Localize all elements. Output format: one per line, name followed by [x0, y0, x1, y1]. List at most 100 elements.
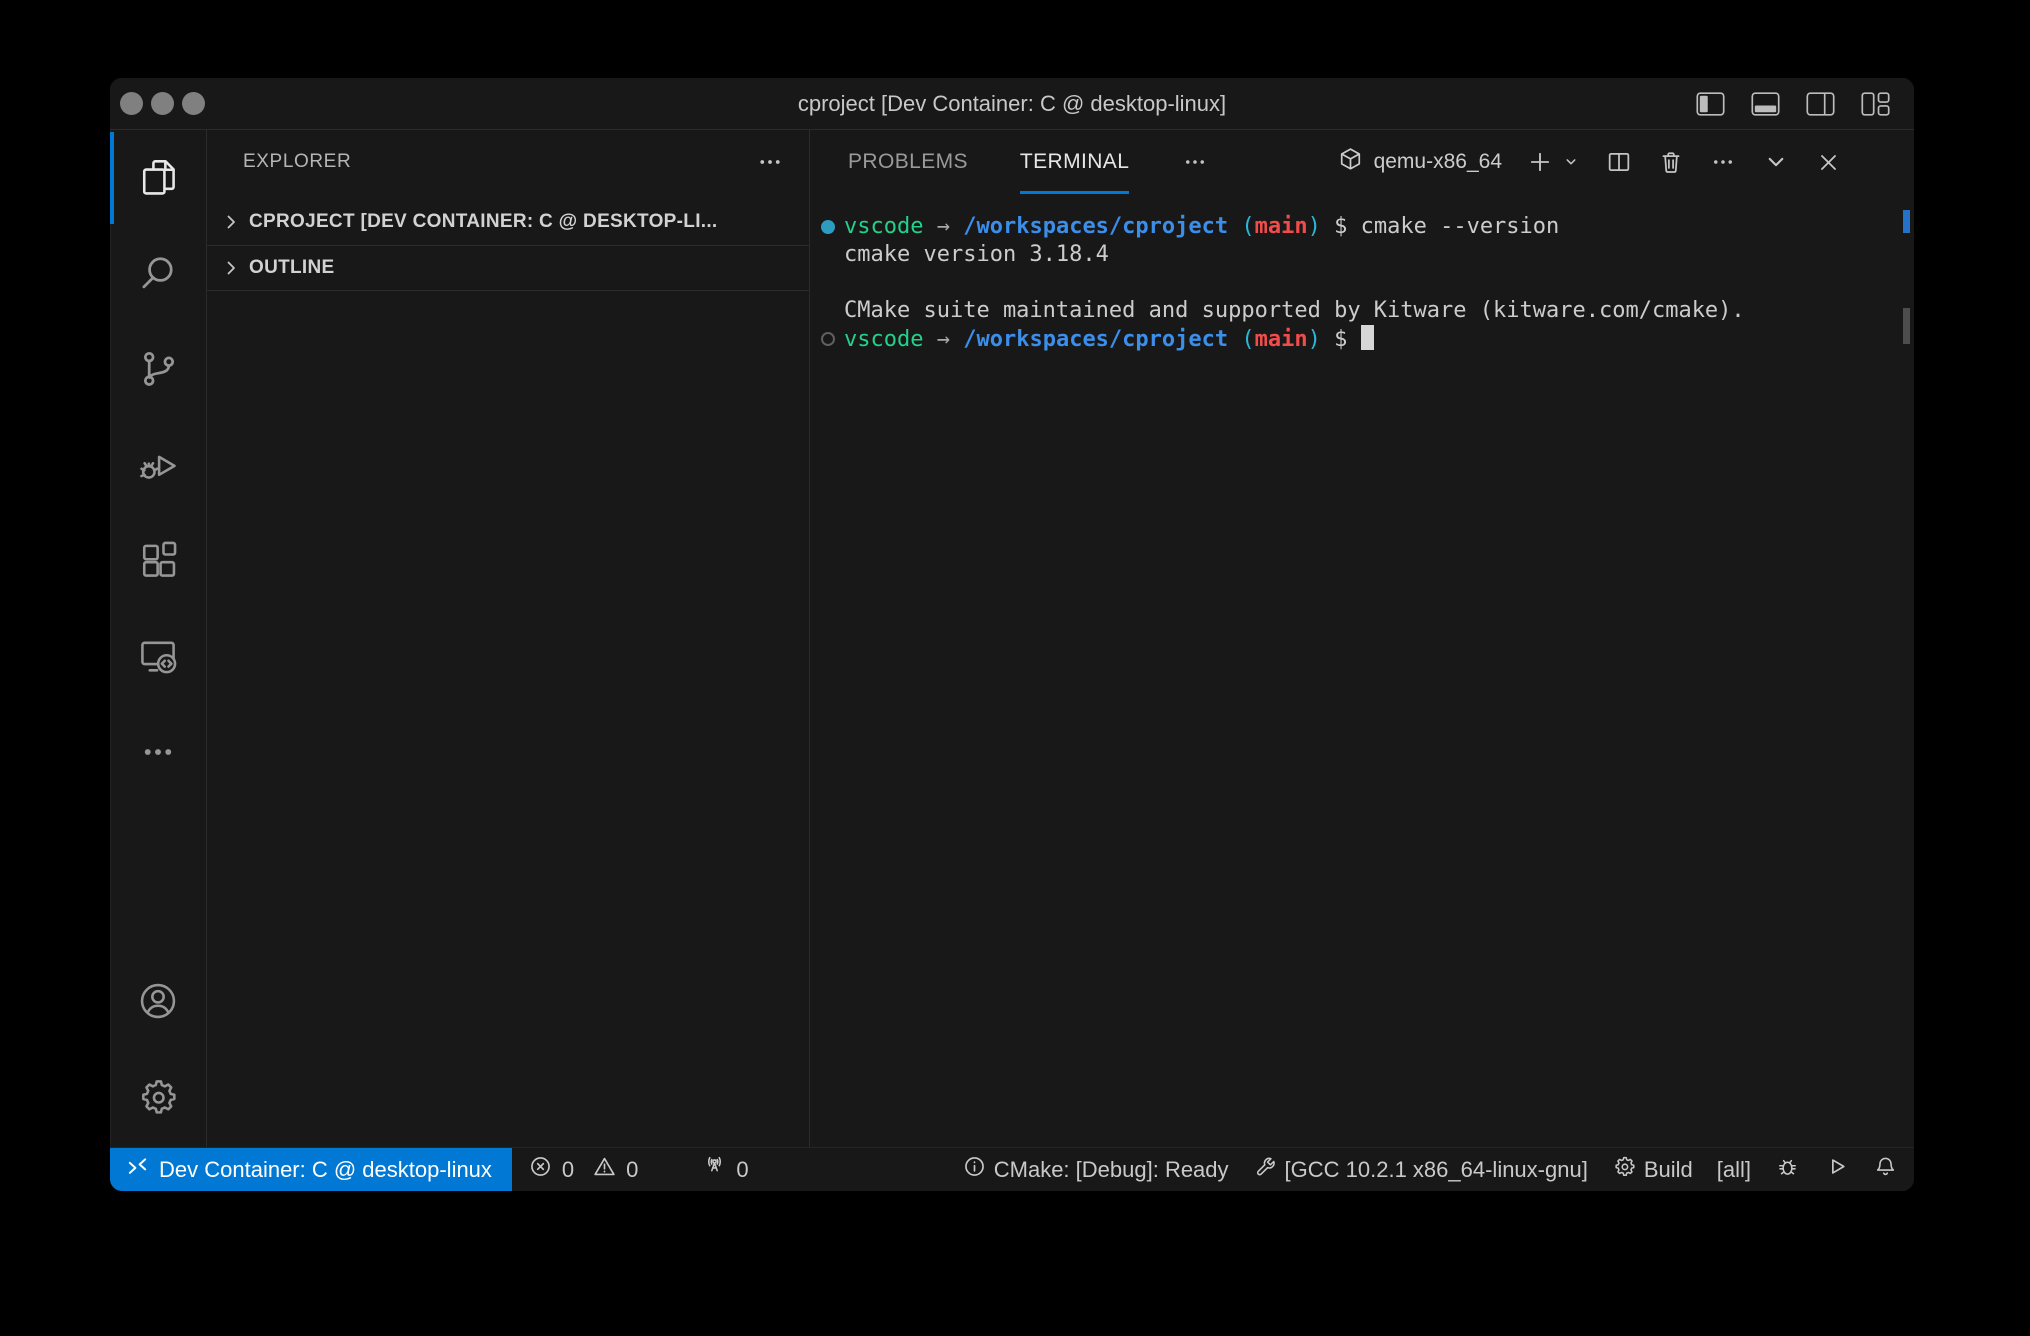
bottom-panel: PROBLEMS TERMINAL	[810, 130, 1914, 1147]
layout-controls	[1696, 92, 1914, 116]
terminal-instance[interactable]: qemu-x86_64	[1337, 146, 1502, 179]
terminal-text: /workspaces/cproject	[963, 214, 1228, 239]
radio-tower-icon	[702, 1154, 727, 1185]
activity-bar-more[interactable]	[110, 706, 206, 802]
remote-indicator[interactable]: Dev Container: C @ desktop-linux	[110, 1148, 512, 1191]
sidebar-item-run-debug[interactable]	[110, 418, 206, 514]
terminal-text: main	[1255, 214, 1308, 239]
activity-bar-spacer	[110, 802, 206, 955]
explorer-more-actions-icon[interactable]	[755, 147, 785, 177]
cmake-kit-label: [GCC 10.2.1 x86_64-linux-gnu]	[1285, 1157, 1588, 1183]
panel-tabs-more-icon[interactable]	[1181, 130, 1209, 194]
window-title: cproject [Dev Container: C @ desktop-lin…	[110, 91, 1914, 117]
cmake-status-label: CMake: [Debug]: Ready	[994, 1157, 1229, 1183]
split-terminal-icon[interactable]	[1605, 148, 1633, 176]
cmake-debug-button[interactable]	[1763, 1148, 1812, 1191]
info-icon	[962, 1154, 987, 1185]
panel-header: PROBLEMS TERMINAL	[810, 130, 1914, 194]
terminal-text: $	[1321, 327, 1361, 352]
sidebar-item-source-control[interactable]	[110, 322, 206, 418]
sidebar-item-accounts[interactable]	[110, 955, 206, 1051]
account-icon	[136, 979, 180, 1028]
remote-icon	[126, 1155, 149, 1184]
hide-panel-chevron-icon[interactable]	[1761, 147, 1791, 177]
terminal-text: cmake version 3.18.4	[844, 242, 1109, 267]
warning-icon	[592, 1154, 617, 1185]
gear-icon	[1612, 1154, 1637, 1185]
terminal-text: vscode	[844, 214, 923, 239]
terminal-view[interactable]: vscode → /workspaces/cproject (main) $ c…	[810, 194, 1914, 1147]
bug-icon	[1775, 1154, 1800, 1185]
chevron-right-icon	[219, 210, 243, 234]
customize-layout-icon[interactable]	[1861, 92, 1890, 116]
cmake-kit[interactable]: [GCC 10.2.1 x86_64-linux-gnu]	[1241, 1148, 1600, 1191]
kill-terminal-icon[interactable]	[1657, 148, 1685, 176]
traffic-lights	[110, 92, 205, 115]
cmake-build-button[interactable]: Build	[1600, 1148, 1705, 1191]
terminal-line: cmake version 3.18.4	[844, 241, 1914, 269]
terminal-text	[923, 214, 936, 239]
section-label: CPROJECT [DEV CONTAINER: C @ DESKTOP-LI.…	[249, 211, 718, 233]
terminal-text	[950, 327, 963, 352]
sidebar-item-explorer[interactable]	[110, 130, 206, 226]
toggle-secondary-sidebar-icon[interactable]	[1806, 92, 1835, 116]
terminal-text	[1228, 214, 1241, 239]
sidebar-item-settings[interactable]	[110, 1051, 206, 1147]
sidebar-item-remote-explorer[interactable]	[110, 610, 206, 706]
terminal-text: )	[1308, 214, 1321, 239]
scrollbar-thumb[interactable]	[1903, 308, 1910, 344]
new-terminal-icon[interactable]	[1526, 148, 1554, 176]
build-target-label: [all]	[1717, 1157, 1751, 1183]
run-debug-icon	[136, 442, 180, 491]
terminal-text: (	[1241, 214, 1254, 239]
build-target[interactable]: [all]	[1705, 1148, 1763, 1191]
toggle-primary-sidebar-icon[interactable]	[1696, 92, 1725, 116]
cmake-run-button[interactable]	[1812, 1148, 1861, 1191]
section-header-workspace[interactable]: CPROJECT [DEV CONTAINER: C @ DESKTOP-LI.…	[207, 199, 809, 245]
terminal-more-actions-icon[interactable]	[1709, 148, 1737, 176]
build-label: Build	[1644, 1157, 1693, 1183]
warning-count: 0	[626, 1157, 638, 1183]
section-label: OUTLINE	[249, 257, 335, 279]
terminal-text: $ cmake --version	[1321, 214, 1559, 239]
terminal-text	[923, 327, 936, 352]
launch-profile-chevron-icon[interactable]	[1561, 152, 1581, 172]
terminal-profile-label: qemu-x86_64	[1374, 150, 1502, 174]
source-control-icon	[136, 346, 180, 395]
close-panel-icon[interactable]	[1815, 149, 1842, 176]
status-bar: Dev Container: C @ desktop-linux 0	[110, 1147, 1914, 1191]
ports-count: 0	[736, 1157, 748, 1183]
zoom-window-button[interactable]	[182, 92, 205, 115]
error-icon	[528, 1154, 553, 1185]
minimize-window-button[interactable]	[151, 92, 174, 115]
status-bar-right: CMake: [Debug]: Ready [GCC 10.2.1 x86_64…	[950, 1148, 1914, 1191]
tab-problems[interactable]: PROBLEMS	[848, 130, 968, 194]
toggle-panel-icon[interactable]	[1751, 92, 1780, 116]
tools-icon	[1253, 1154, 1278, 1185]
chevron-right-icon	[219, 256, 243, 280]
files-icon	[136, 154, 180, 203]
remote-explorer-icon	[136, 634, 180, 683]
terminal-text: main	[1255, 327, 1308, 352]
terminal-cursor	[1361, 325, 1374, 350]
command-decoration-icon[interactable]	[821, 220, 835, 234]
error-count: 0	[562, 1157, 574, 1183]
desktop-background: cproject [Dev Container: C @ desktop-lin…	[0, 0, 2030, 1336]
tab-terminal[interactable]: TERMINAL	[1020, 130, 1129, 194]
ports-status[interactable]: 0	[690, 1148, 760, 1191]
terminal-content: vscode → /workspaces/cproject (main) $ c…	[810, 213, 1914, 354]
bell-icon	[1873, 1154, 1898, 1185]
sidebar-item-search[interactable]	[110, 226, 206, 322]
section-header-outline[interactable]: OUTLINE	[207, 245, 809, 291]
explorer-sidebar: EXPLORER CPROJECT [DEV	[207, 130, 810, 1147]
terminal-actions: qemu-x86_64	[1337, 130, 1914, 194]
sidebar-item-extensions[interactable]	[110, 514, 206, 610]
activity-bar	[110, 130, 207, 1147]
terminal-line: vscode → /workspaces/cproject (main) $ c…	[844, 213, 1914, 241]
problems-status[interactable]: 0 0	[516, 1148, 651, 1191]
terminal-text: /workspaces/cproject	[963, 327, 1228, 352]
notifications-button[interactable]	[1861, 1148, 1910, 1191]
prompt-decoration-icon[interactable]	[821, 332, 835, 346]
close-window-button[interactable]	[120, 92, 143, 115]
cmake-status[interactable]: CMake: [Debug]: Ready	[950, 1148, 1241, 1191]
